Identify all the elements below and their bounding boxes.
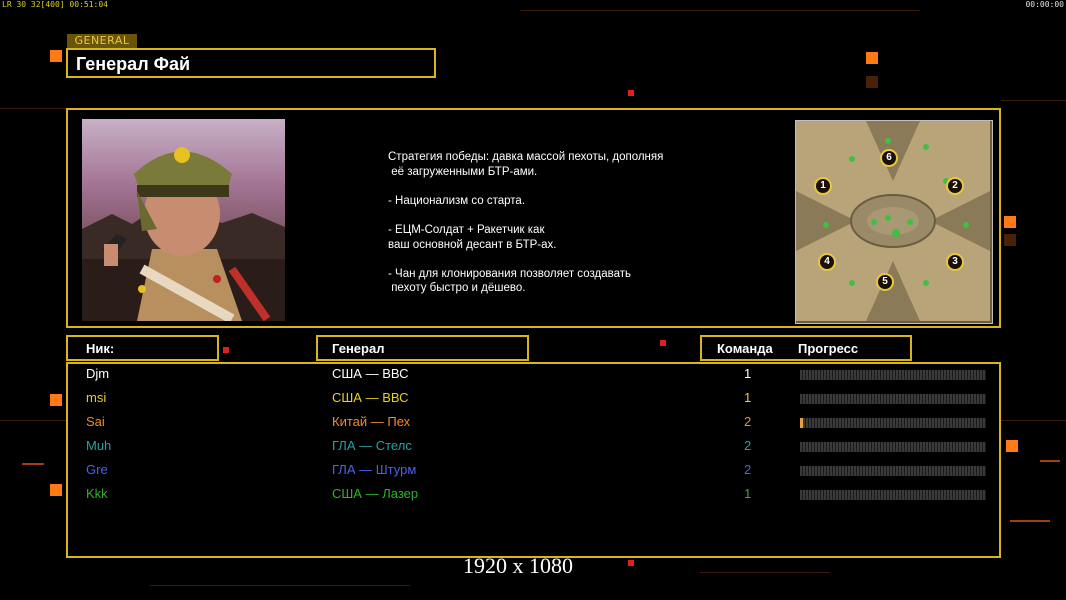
player-row: Gre ГЛА — Штурм 2 <box>68 462 999 486</box>
bg-square <box>50 394 62 406</box>
map-start-position: 3 <box>946 253 964 271</box>
player-team: 2 <box>744 438 752 453</box>
bg-line <box>1001 100 1066 101</box>
player-progress-bar <box>800 370 986 380</box>
column-header-nick: Ник: <box>66 335 219 361</box>
player-general: США — Лазер <box>332 486 419 501</box>
bg-square <box>866 52 878 64</box>
player-nick: Gre <box>86 462 108 477</box>
map-start-position: 4 <box>818 253 836 271</box>
bg-square <box>50 484 62 496</box>
player-progress-bar <box>800 490 986 500</box>
general-info-panel: Стратегия победы: давка массой пехоты, д… <box>66 108 1001 328</box>
hud-stats: LR 30 32[400] 00:51:04 <box>2 0 108 9</box>
player-row: Djm США — ВВС 1 <box>68 366 999 390</box>
player-row: Muh ГЛА — Стелс 2 <box>68 438 999 462</box>
bg-line <box>22 463 44 465</box>
player-general: США — ВВС <box>332 366 409 381</box>
bg-square <box>1006 440 1018 452</box>
player-general: Китай — Пех <box>332 414 411 429</box>
bg-line <box>700 572 830 573</box>
map-preview: 1 2 3 4 5 6 <box>795 120 993 324</box>
title-box: Генерал Фай <box>66 48 436 78</box>
player-progress-bar <box>800 466 986 476</box>
bg-line <box>1040 460 1060 462</box>
bg-line <box>150 585 410 586</box>
bg-line <box>0 108 66 109</box>
player-nick: Muh <box>86 438 112 453</box>
player-progress-bar <box>800 394 986 404</box>
player-row: Kkk США — Лазер 1 <box>68 486 999 510</box>
player-team: 1 <box>744 390 752 405</box>
player-general: ГЛА — Стелс <box>332 438 412 453</box>
bg-square <box>628 560 634 566</box>
bg-line <box>520 10 920 11</box>
bg-line <box>1010 520 1050 522</box>
player-team: 2 <box>744 414 752 429</box>
player-nick: msi <box>86 390 107 405</box>
progress-fill <box>800 418 803 428</box>
bg-square <box>50 50 62 62</box>
resolution-label: 1920 x 1080 <box>463 553 573 578</box>
general-portrait-art <box>82 147 285 321</box>
header-label: Ник: <box>86 341 115 356</box>
column-header-team-progress: Команда Прогресс <box>700 335 912 361</box>
map-start-position: 2 <box>946 177 964 195</box>
bg-square <box>866 76 878 88</box>
general-tag: GENERAL <box>67 34 137 48</box>
bg-line <box>1001 420 1066 421</box>
bg-square <box>628 90 634 96</box>
hud-timer: 00:00:00 <box>1025 0 1064 9</box>
general-title: Генерал Фай <box>76 54 191 74</box>
bg-square <box>223 347 229 353</box>
header-label-progress: Прогресс <box>798 341 859 356</box>
player-team: 1 <box>744 486 752 501</box>
map-start-position: 1 <box>814 177 832 195</box>
player-row: msi США — ВВС 1 <box>68 390 999 414</box>
map-start-position: 5 <box>876 273 894 291</box>
player-row: Sai Китай — Пех 2 <box>68 414 999 438</box>
bg-line <box>0 420 66 421</box>
strategy-description: Стратегия победы: давка массой пехоты, д… <box>388 151 664 295</box>
player-team: 1 <box>744 366 752 381</box>
header-label: Генерал <box>332 341 385 356</box>
bg-square <box>660 340 666 346</box>
bg-square <box>1004 216 1016 228</box>
player-nick: Kkk <box>86 486 108 501</box>
bg-square <box>1004 234 1016 246</box>
player-general: ГЛА — Штурм <box>332 462 417 477</box>
header-label-team: Команда <box>717 341 773 356</box>
player-team: 2 <box>744 462 752 477</box>
map-start-position: 6 <box>880 149 898 167</box>
general-portrait <box>82 119 285 321</box>
player-progress-bar <box>800 418 986 428</box>
column-header-general: Генерал <box>316 335 529 361</box>
player-nick: Djm <box>86 366 110 381</box>
players-table: Djm США — ВВС 1 msi США — ВВС 1 Sai Китай — Пех… <box>66 362 1001 558</box>
player-general: США — ВВС <box>332 390 409 405</box>
player-progress-bar <box>800 442 986 452</box>
player-nick: Sai <box>86 414 105 429</box>
